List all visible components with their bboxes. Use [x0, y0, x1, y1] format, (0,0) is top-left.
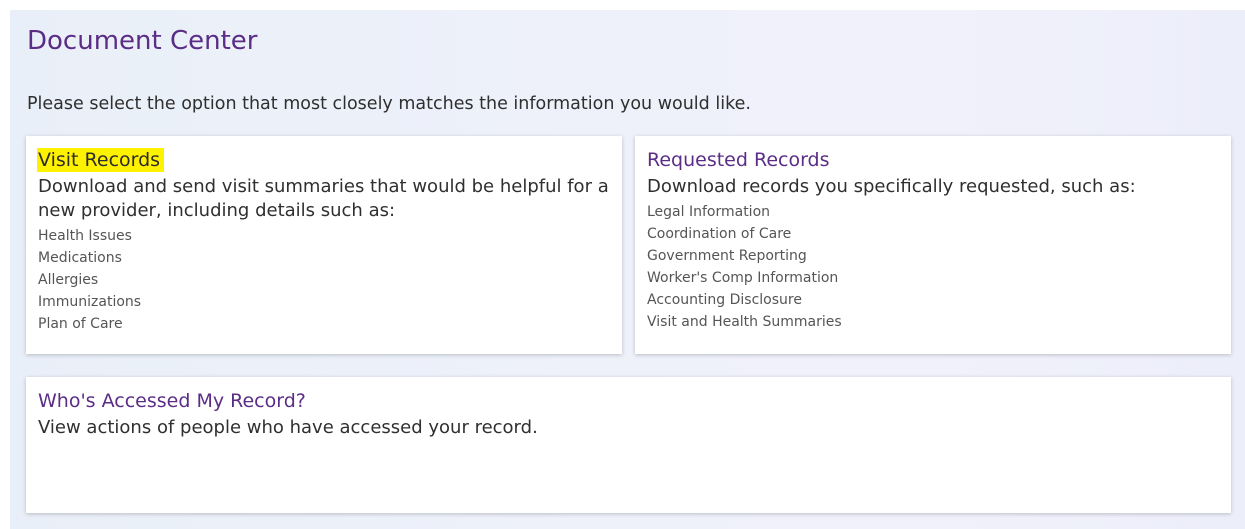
list-item: Coordination of Care — [647, 226, 792, 242]
list-item: Government Reporting — [647, 248, 807, 264]
visit-records-list: Health Issues Medications Allergies Immu… — [38, 225, 610, 335]
list-item: Health Issues — [38, 228, 132, 244]
requested-records-description: Download records you specifically reques… — [647, 176, 1136, 197]
list-item: Worker's Comp Information — [647, 270, 839, 286]
page-title: Document Center — [27, 26, 258, 56]
access-log-card[interactable]: Who's Accessed My Record? View actions o… — [26, 377, 1231, 513]
document-center-page: Document Center Please select the option… — [10, 10, 1245, 529]
visit-records-title[interactable]: Visit Records — [37, 148, 165, 172]
access-log-title[interactable]: Who's Accessed My Record? — [38, 389, 306, 413]
list-item: Medications — [38, 250, 122, 266]
list-item: Immunizations — [38, 294, 142, 310]
access-log-description: View actions of people who have accessed… — [38, 417, 538, 438]
visit-records-card[interactable]: Visit Records Download and send visit su… — [26, 136, 622, 354]
list-item: Allergies — [38, 272, 99, 288]
requested-records-list: Legal Information Coordination of Care G… — [647, 201, 1219, 333]
page-intro: Please select the option that most close… — [27, 94, 751, 114]
list-item: Plan of Care — [38, 316, 123, 332]
requested-records-card[interactable]: Requested Records Download records you s… — [635, 136, 1231, 354]
list-item: Legal Information — [647, 204, 771, 220]
visit-records-description: Download and send visit summaries that w… — [38, 176, 609, 221]
requested-records-title[interactable]: Requested Records — [647, 148, 830, 172]
list-item: Visit and Health Summaries — [647, 314, 842, 330]
list-item: Accounting Disclosure — [647, 292, 802, 308]
